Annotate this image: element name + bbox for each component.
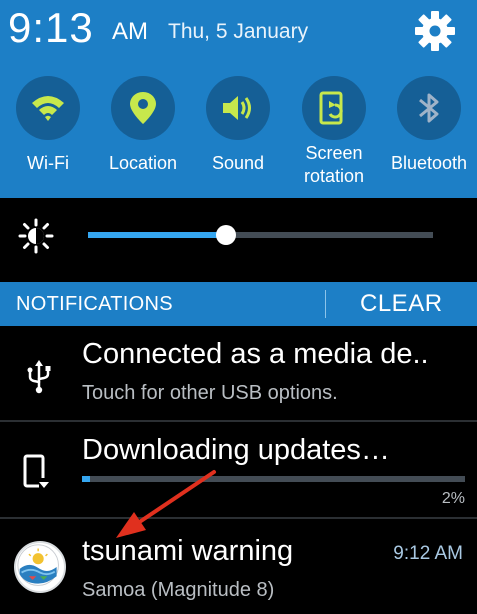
qs-tile-bluetooth[interactable]: Bluetooth (383, 72, 477, 192)
tsunami-warning-app-icon (14, 541, 66, 593)
tsunami-notification-subtitle: Samoa (Magnitude 8) (82, 579, 275, 601)
status-row: 9:13 AM Thu, 5 January (0, 0, 477, 60)
location-icon (130, 92, 156, 124)
qs-wifi-circle[interactable] (16, 76, 80, 140)
download-progress-bar (82, 476, 465, 482)
brightness-slider-fill (88, 232, 226, 238)
download-device-icon (23, 454, 50, 488)
download-progress-text: 2% (441, 490, 465, 507)
date-label: Thu, 5 January (168, 20, 309, 43)
tsunami-notification-title: tsunami warning (82, 535, 294, 567)
wifi-icon (32, 96, 64, 121)
usb-notification-title: Connected as a media de.. (82, 338, 429, 370)
qs-label-wifi: Wi-Fi (27, 153, 69, 173)
brightness-slider-thumb[interactable] (216, 225, 236, 245)
notification-download[interactable]: Downloading updates… 2% (0, 420, 477, 517)
notification-usb[interactable]: Connected as a media de.. Touch for othe… (0, 326, 477, 420)
qs-label-screen: Screen (305, 143, 363, 163)
qs-tile-wifi[interactable]: Wi-Fi (2, 72, 98, 192)
qs-rotation-circle[interactable] (302, 76, 366, 140)
brightness-row (0, 198, 477, 282)
brightness-icon (18, 218, 54, 254)
download-notification-title: Downloading updates… (82, 434, 390, 466)
qs-tile-screen-rotation[interactable]: Screen rotation (288, 72, 384, 192)
notifications-title: NOTIFICATIONS (16, 293, 173, 315)
qs-bluetooth-circle[interactable] (397, 76, 461, 140)
clock-time: 9:13 (8, 4, 94, 51)
notifications-header: NOTIFICATIONS CLEAR (0, 282, 477, 326)
qs-tile-location[interactable]: Location (97, 72, 193, 192)
qs-label-sound: Sound (211, 153, 265, 173)
notification-tsunami[interactable]: tsunami warning 9:12 AM Samoa (Magnitude… (0, 517, 477, 614)
usb-icon (27, 360, 51, 394)
tsunami-notification-time: 9:12 AM (393, 543, 463, 564)
download-progress-fill (82, 476, 90, 482)
qs-location-circle[interactable] (111, 76, 175, 140)
bluetooth-icon (419, 93, 439, 123)
qs-label-location: Location (108, 153, 178, 173)
gear-icon[interactable] (414, 10, 456, 52)
screen-rotation-icon (319, 91, 343, 125)
header-divider (325, 290, 326, 318)
brightness-slider[interactable] (88, 225, 433, 245)
clock-ampm: AM (112, 18, 148, 45)
clear-button[interactable]: CLEAR (360, 290, 443, 318)
sound-icon (223, 96, 251, 120)
qs-label-bluetooth: Bluetooth (390, 153, 468, 173)
qs-sound-circle[interactable] (206, 76, 270, 140)
qs-label-rotation: rotation (303, 166, 365, 186)
quick-panel: 9:13 AM Thu, 5 January Wi-Fi Location So… (0, 0, 477, 198)
quick-settings-row: Wi-Fi Location Sound Screen rotation Blu… (0, 72, 477, 192)
usb-notification-subtitle: Touch for other USB options. (82, 382, 338, 404)
qs-tile-sound[interactable]: Sound (192, 72, 288, 192)
